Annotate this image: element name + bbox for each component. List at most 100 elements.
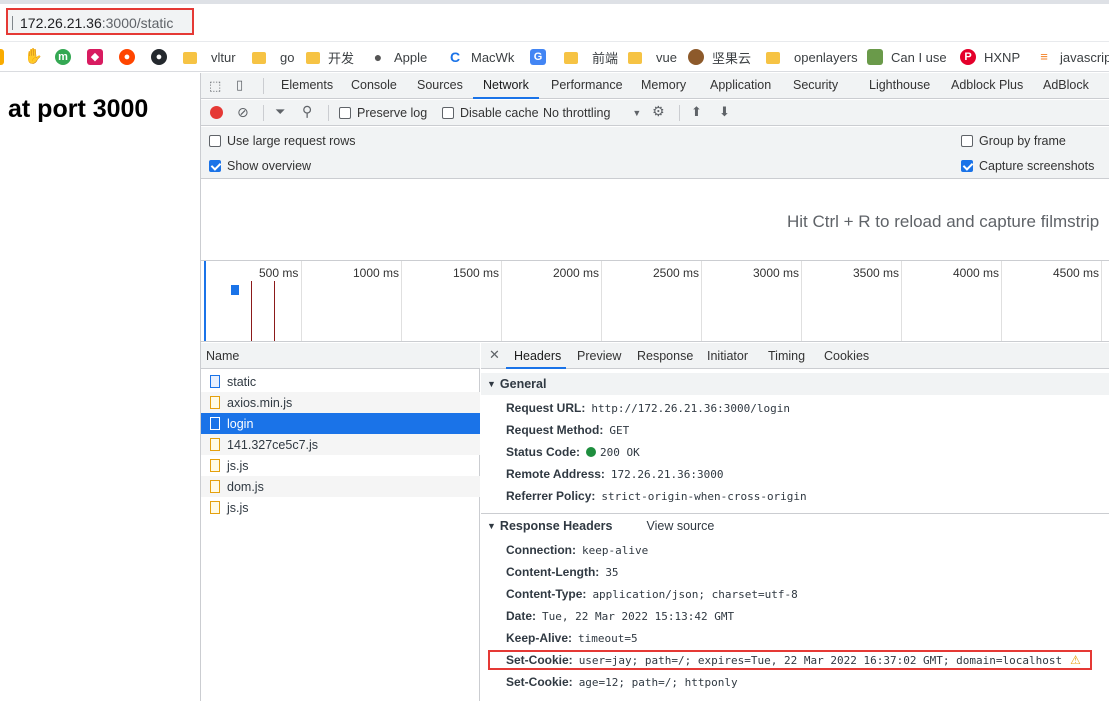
show-overview-checkbox[interactable]: Show overview xyxy=(209,159,311,173)
request-row[interactable]: axios.min.js xyxy=(201,392,480,413)
request-list-header[interactable]: Name xyxy=(201,343,480,369)
header-row: Request Method: GET xyxy=(506,420,629,440)
bookmark-m[interactable]: m xyxy=(55,48,79,66)
clear-icon[interactable]: ⊘ xyxy=(237,104,249,121)
timeline-gridline xyxy=(901,261,902,341)
preserve-log-checkbox[interactable]: Preserve log xyxy=(339,106,427,120)
tab-preview[interactable]: Preview xyxy=(577,349,621,363)
tab-performance[interactable]: Performance xyxy=(551,78,623,92)
tab-adblock[interactable]: AdBlock xyxy=(1043,78,1089,92)
disable-cache-checkbox[interactable]: Disable cache xyxy=(442,106,539,120)
header-name: Set-Cookie: xyxy=(506,653,573,667)
throttling-select[interactable]: No throttling ▼ xyxy=(543,106,641,120)
checkbox-box[interactable] xyxy=(961,160,973,172)
inspect-element-icon[interactable]: ⬚ xyxy=(209,78,221,94)
bookmark-apple[interactable]: ● Apple xyxy=(370,48,427,66)
tab-lighthouse[interactable]: Lighthouse xyxy=(869,78,930,92)
request-row[interactable]: js.js xyxy=(201,497,480,518)
active-tab-indicator xyxy=(506,367,566,369)
address-url[interactable]: 172.26.21.36:3000/static xyxy=(20,15,173,31)
bookmark-caniuse[interactable]: Can I use xyxy=(867,48,947,66)
tab-application[interactable]: Application xyxy=(710,78,771,92)
import-har-icon[interactable]: ⬆ xyxy=(691,104,702,120)
bookmark-label: 坚果云 xyxy=(712,50,752,66)
tab-cookies[interactable]: Cookies xyxy=(824,349,869,363)
warning-icon[interactable]: ⚠ xyxy=(1070,653,1081,667)
bookmark-label: Can I use xyxy=(891,49,947,65)
request-row[interactable]: js.js xyxy=(201,455,480,476)
bookmark-github[interactable]: ● xyxy=(151,48,175,66)
folder-icon xyxy=(252,52,266,64)
bookmark-kaifa[interactable]: 开发 xyxy=(306,48,354,66)
header-row: Content-Type: application/json; charset=u… xyxy=(506,584,798,604)
bookmark-jianguoyun[interactable]: 坚果云 xyxy=(688,48,751,66)
network-conditions-icon[interactable]: ⚙ xyxy=(652,103,665,120)
tab-response[interactable]: Response xyxy=(637,349,693,363)
large-rows-checkbox[interactable]: Use large request rows xyxy=(209,134,356,148)
toolbar-divider xyxy=(263,78,264,94)
filmstrip-area: Hit Ctrl + R to reload and capture films… xyxy=(201,180,1109,260)
bookmark-vltur[interactable]: vltur xyxy=(183,48,236,66)
filter-icon[interactable]: ⏷ xyxy=(275,104,285,120)
bookmark-openlayers[interactable]: openlayers xyxy=(766,48,858,66)
bookmark-qianduan[interactable]: 前端 xyxy=(564,48,618,66)
request-row[interactable]: dom.js xyxy=(201,476,480,497)
checkbox-box[interactable] xyxy=(339,107,351,119)
request-name: js.js xyxy=(227,458,249,473)
search-icon[interactable]: ⚲ xyxy=(302,103,312,120)
tab-timing[interactable]: Timing xyxy=(768,349,805,363)
address-bar[interactable]: 172.26.21.36:3000/static xyxy=(6,8,194,35)
github-icon: ● xyxy=(151,49,167,65)
timeline-tick-label: 4000 ms xyxy=(953,266,1000,280)
bookmark-go[interactable]: go xyxy=(252,48,294,66)
tab-headers[interactable]: Headers xyxy=(514,349,561,363)
tab-sources[interactable]: Sources xyxy=(417,78,463,92)
export-har-icon[interactable]: ⬇ xyxy=(719,104,730,120)
bookmark-javascript[interactable]: ≡ javascrip xyxy=(1036,48,1109,66)
bookmark-reddit[interactable]: ● xyxy=(119,48,143,66)
bookmark-partial[interactable] xyxy=(0,48,12,66)
capture-screenshots-checkbox[interactable]: Capture screenshots xyxy=(961,159,1094,173)
bookmark-hand[interactable]: ✋ xyxy=(24,48,48,66)
tab-console[interactable]: Console xyxy=(351,78,397,92)
request-row[interactable]: 141.327ce5c7.js xyxy=(201,434,480,455)
checkbox-box[interactable] xyxy=(961,135,973,147)
general-section-header[interactable]: ▼ General xyxy=(481,373,1109,395)
bookmark-hxnp[interactable]: P HXNP xyxy=(960,48,1020,66)
header-value: application/json; charset=utf-8 xyxy=(592,587,798,601)
header-row-set-cookie: Set-Cookie: user=jay; path=/; expires=Tue… xyxy=(506,650,1081,670)
general-title: General xyxy=(499,377,547,391)
throttling-value: No throttling xyxy=(543,106,611,120)
tab-security[interactable]: Security xyxy=(793,78,838,92)
timeline-tick-label: 1500 ms xyxy=(453,266,500,280)
request-row[interactable]: static xyxy=(201,371,480,392)
request-details: ✕ Headers Preview Response Initiator Tim… xyxy=(481,343,1109,701)
tab-network[interactable]: Network xyxy=(483,78,529,92)
checkbox-box[interactable] xyxy=(209,135,221,147)
tab-adblock-plus[interactable]: Adblock Plus xyxy=(951,78,1023,92)
bookmark-label: vltur xyxy=(211,49,236,65)
bookmark-label: HXNP xyxy=(984,49,1021,65)
checkbox-box[interactable] xyxy=(442,107,454,119)
bookmark-translate[interactable]: G xyxy=(530,48,554,66)
response-headers-section-header[interactable]: ▼ Response Headers View source xyxy=(481,515,1109,537)
tab-initiator[interactable]: Initiator xyxy=(707,349,748,363)
bookmark-vue[interactable]: vue xyxy=(628,48,677,66)
bookmark-pink[interactable]: ◆ xyxy=(87,48,111,66)
header-row: Request URL: http://172.26.21.36:3000/log… xyxy=(506,398,790,418)
timeline-tick-label: 2500 ms xyxy=(653,266,700,280)
view-source-link[interactable]: View source xyxy=(646,519,714,533)
request-row-selected[interactable]: login xyxy=(201,413,480,434)
tab-memory[interactable]: Memory xyxy=(641,78,686,92)
details-tab-bar: ✕ Headers Preview Response Initiator Tim… xyxy=(481,343,1109,369)
group-by-frame-checkbox[interactable]: Group by frame xyxy=(961,134,1066,148)
expand-triangle-icon: ▼ xyxy=(487,521,496,531)
record-icon[interactable] xyxy=(210,106,223,119)
bookmark-macwk[interactable]: C MacWk xyxy=(447,48,514,66)
checkbox-box[interactable] xyxy=(209,160,221,172)
preserve-log-label: Preserve log xyxy=(357,106,428,120)
timeline-overview[interactable]: 500 ms 1000 ms 1500 ms 2000 ms 2500 ms 3… xyxy=(201,260,1109,342)
device-toggle-icon[interactable]: ▯ xyxy=(236,77,243,93)
close-icon[interactable]: ✕ xyxy=(489,347,500,363)
tab-elements[interactable]: Elements xyxy=(281,78,333,92)
